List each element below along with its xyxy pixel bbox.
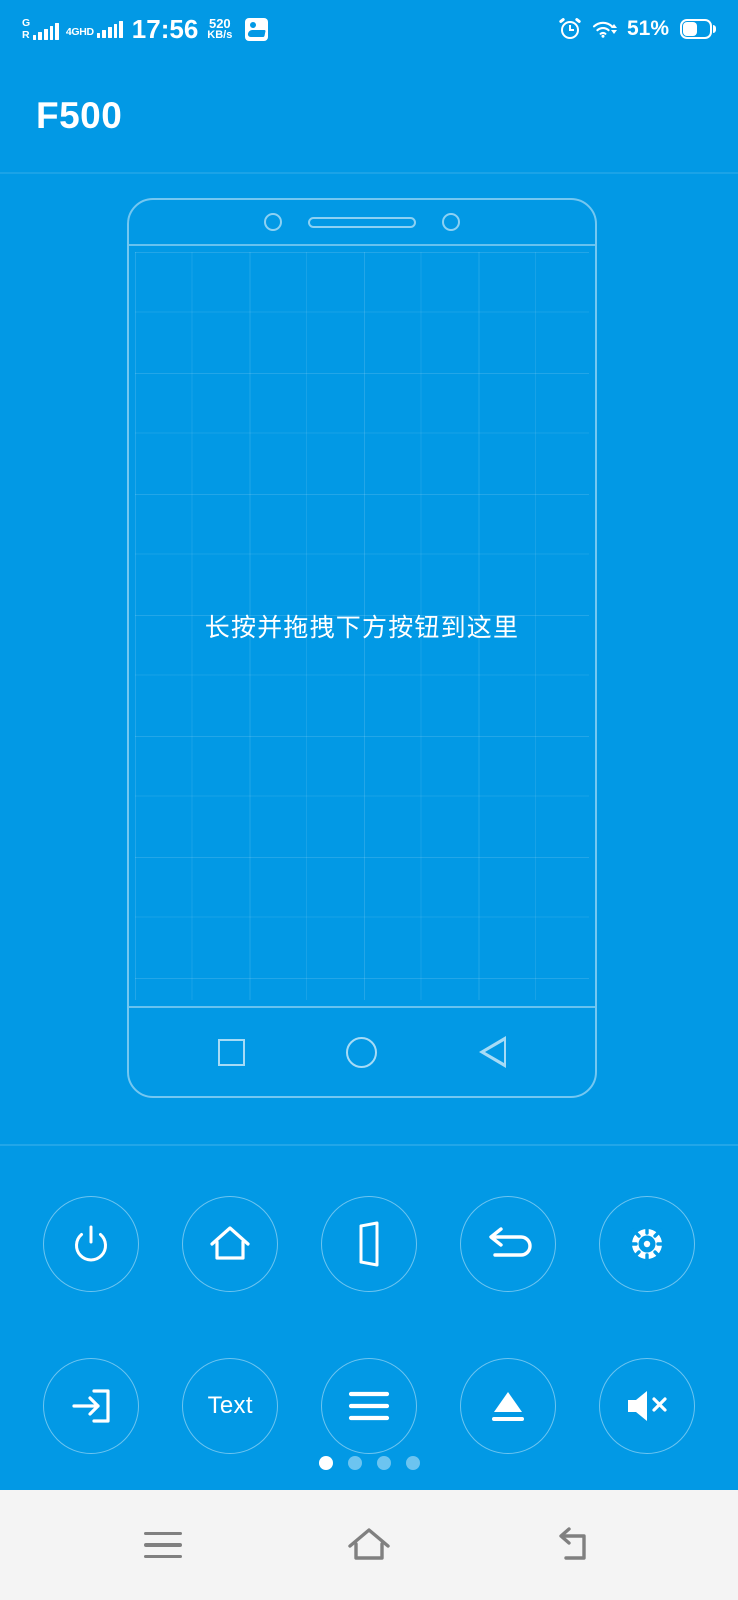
app-bar: F500 bbox=[0, 58, 738, 173]
exit-button[interactable] bbox=[320, 1196, 417, 1292]
door-icon bbox=[359, 1221, 379, 1267]
back-arrow-icon bbox=[489, 1227, 532, 1257]
button-row-2: Text bbox=[0, 1346, 738, 1466]
text-button[interactable]: Text bbox=[182, 1358, 279, 1454]
phone-nav-bar bbox=[129, 1006, 595, 1096]
gear-icon bbox=[624, 1222, 669, 1266]
recents-square-icon[interactable] bbox=[217, 1038, 245, 1066]
system-menu-icon bbox=[144, 1531, 182, 1559]
button-row-1 bbox=[0, 1184, 738, 1304]
back-button[interactable] bbox=[459, 1196, 556, 1292]
remote-button-panel: Text bbox=[0, 1144, 738, 1490]
mute-speaker-icon bbox=[627, 1391, 667, 1421]
power-icon bbox=[75, 1225, 108, 1262]
phone-top-bezel bbox=[129, 200, 595, 246]
status-bar-left: G R 4GHD 17:56 520 KB/s bbox=[22, 16, 560, 42]
home-button[interactable] bbox=[182, 1196, 279, 1292]
eject-button[interactable] bbox=[459, 1358, 556, 1454]
page-title: F500 bbox=[36, 94, 123, 136]
app-root: G R 4GHD 17:56 520 KB/s 51% F500 长按并拖拽下方… bbox=[0, 0, 738, 1600]
notification-app-icon bbox=[245, 17, 269, 41]
power-button[interactable] bbox=[43, 1196, 140, 1292]
home-circle-icon[interactable] bbox=[346, 1036, 378, 1068]
signal-2-label: 4GHD bbox=[66, 27, 94, 38]
wifi-traffic-icon bbox=[610, 24, 617, 34]
system-back-icon bbox=[559, 1527, 586, 1560]
menu-button[interactable] bbox=[320, 1358, 417, 1454]
settings-button[interactable] bbox=[598, 1196, 695, 1292]
wifi-icon bbox=[592, 19, 617, 39]
input-source-button[interactable] bbox=[43, 1358, 140, 1454]
text-label: Text bbox=[207, 1392, 253, 1419]
battery-percent-label: 51% bbox=[626, 17, 669, 40]
signal-1-bars-icon bbox=[32, 23, 59, 40]
signal-1: G R bbox=[22, 18, 59, 40]
phone-mockup: 长按并拖拽下方按钮到这里 bbox=[127, 198, 597, 1098]
page-indicator[interactable] bbox=[0, 1456, 738, 1470]
status-bar-clock: 17:56 bbox=[131, 14, 199, 44]
earpiece-speaker-icon bbox=[308, 216, 416, 228]
system-navigation-bar bbox=[0, 1490, 738, 1600]
back-triangle-icon[interactable] bbox=[479, 1036, 507, 1068]
data-rate: 520 KB/s bbox=[207, 17, 232, 41]
system-home-icon bbox=[348, 1528, 390, 1560]
drop-hint-text: 长按并拖拽下方按钮到这里 bbox=[204, 614, 520, 642]
input-arrow-icon bbox=[72, 1389, 110, 1423]
sensor-dot-icon bbox=[264, 213, 282, 231]
system-back-button[interactable] bbox=[530, 1524, 620, 1566]
signal-1-label: G R bbox=[22, 18, 30, 40]
system-menu-button[interactable] bbox=[118, 1531, 208, 1559]
alarm-icon bbox=[559, 17, 582, 40]
mute-button[interactable] bbox=[598, 1358, 695, 1454]
status-bar-right: 51% bbox=[559, 17, 716, 41]
signal-1-label-bottom: R bbox=[22, 28, 30, 41]
home-icon bbox=[210, 1226, 250, 1260]
system-home-button[interactable] bbox=[324, 1524, 414, 1566]
camera-dot-icon bbox=[442, 213, 460, 231]
status-bar: G R 4GHD 17:56 520 KB/s 51% bbox=[0, 0, 738, 58]
page-dot-3[interactable] bbox=[376, 1456, 391, 1470]
hamburger-icon bbox=[348, 1391, 390, 1421]
page-dot-1[interactable] bbox=[318, 1456, 333, 1470]
battery-icon bbox=[680, 19, 716, 39]
page-dot-4[interactable] bbox=[405, 1456, 420, 1470]
signal-2-bars-icon bbox=[96, 20, 123, 38]
page-dot-2[interactable] bbox=[347, 1456, 362, 1470]
data-rate-unit: KB/s bbox=[207, 29, 233, 42]
signal-2-label-top: 4GHD bbox=[65, 26, 94, 38]
preview-area[interactable]: 长按并拖拽下方按钮到这里 bbox=[0, 174, 738, 1144]
eject-icon bbox=[491, 1392, 524, 1421]
data-rate-value: 520 bbox=[208, 15, 231, 31]
signal-2: 4GHD bbox=[66, 20, 123, 38]
signal-1-label-top: G bbox=[22, 17, 30, 29]
phone-screen-dropzone[interactable]: 长按并拖拽下方按钮到这里 bbox=[129, 246, 595, 1006]
